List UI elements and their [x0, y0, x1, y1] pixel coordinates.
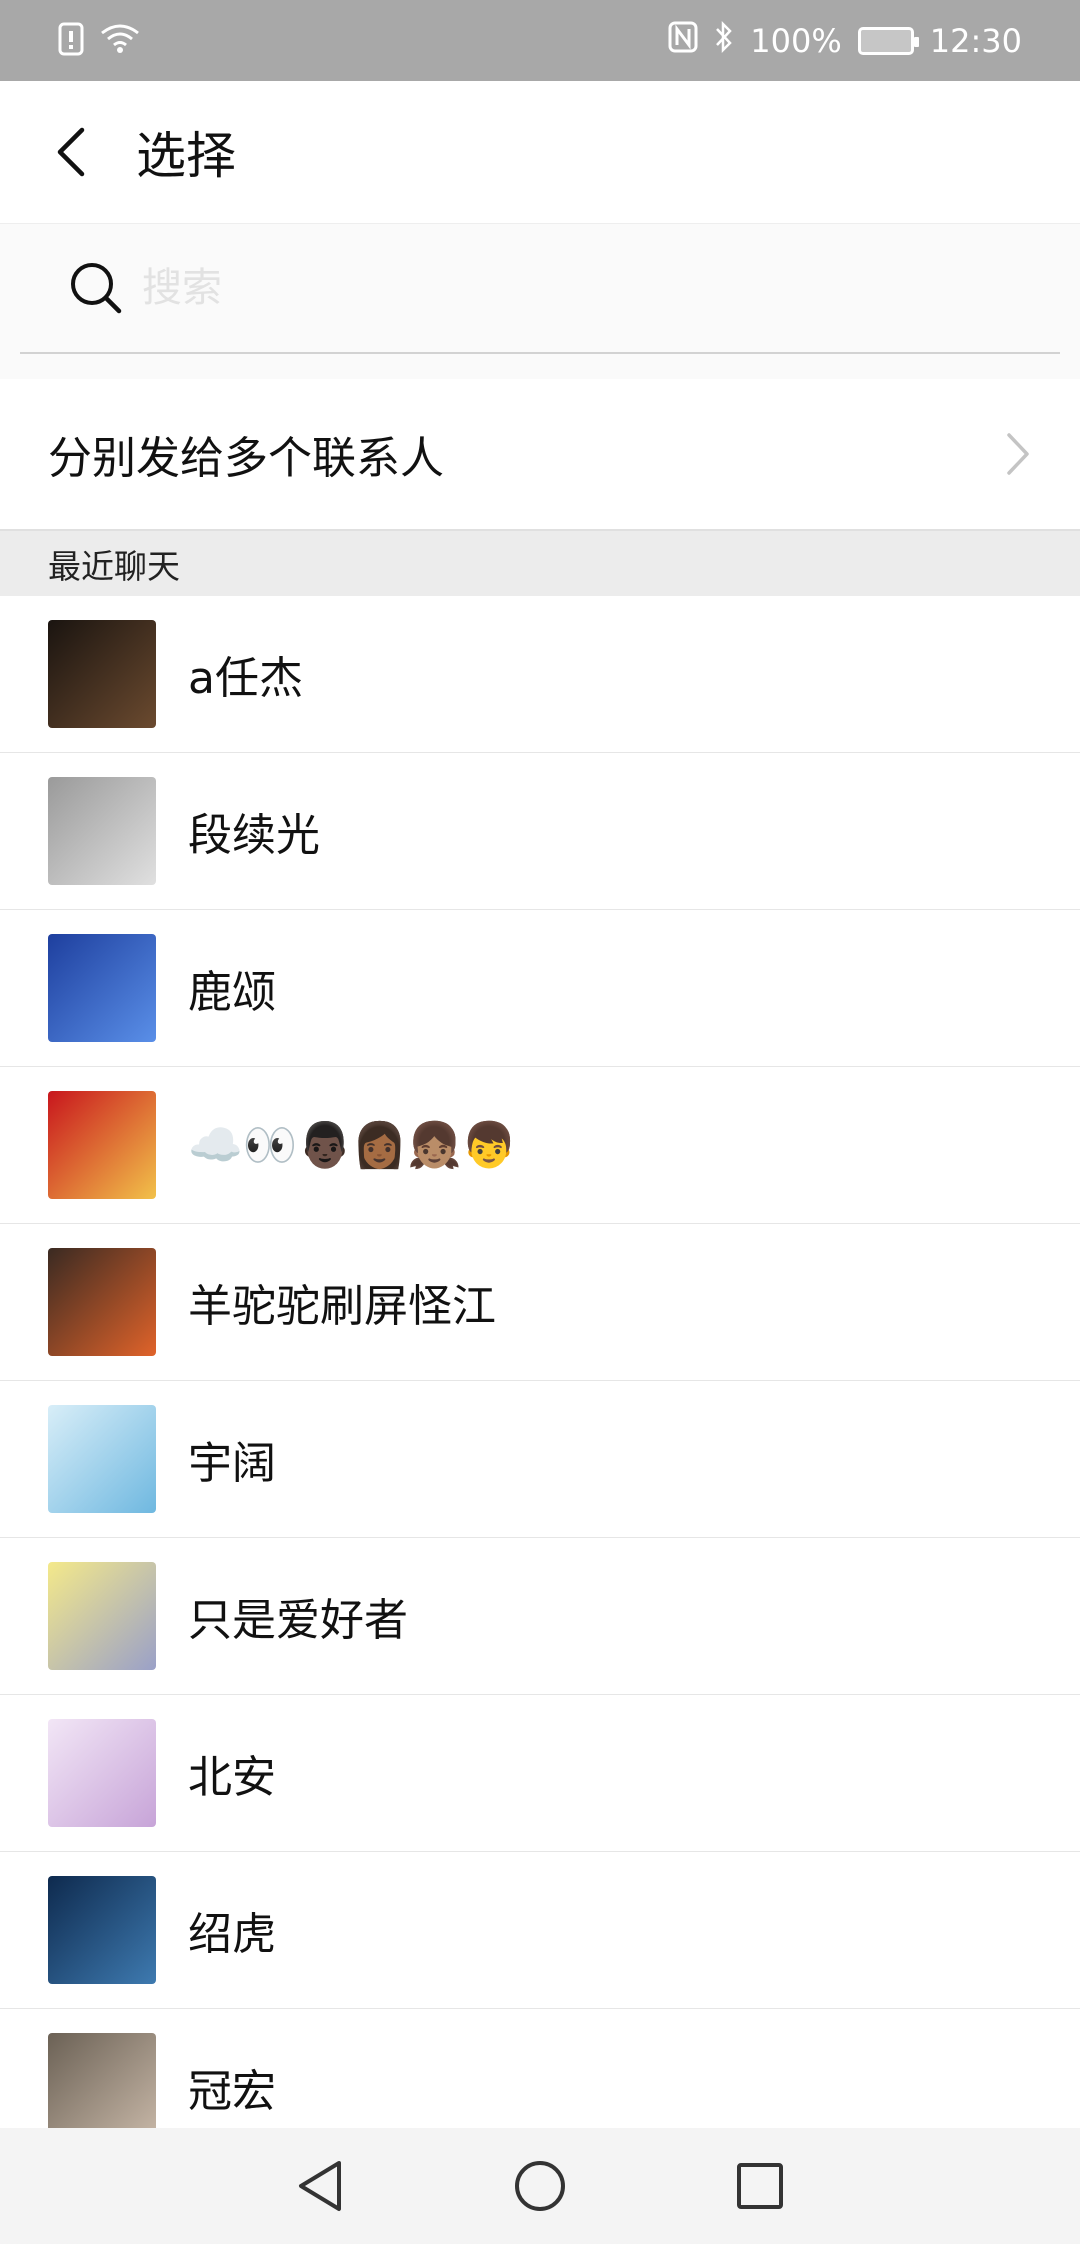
avatar	[48, 620, 156, 728]
chevron-right-icon	[1007, 433, 1029, 475]
search-icon	[71, 263, 122, 314]
contact-row[interactable]: ☁️👀👨🏿👩🏾👧🏽👦	[0, 1067, 1080, 1224]
contact-name: 绍虎	[188, 1909, 276, 1960]
contact-row[interactable]: 只是爱好者	[0, 1538, 1080, 1695]
contact-name: 北安	[188, 1752, 276, 1803]
clock: 12:30	[929, 21, 1022, 60]
contact-row[interactable]: 鹿颂	[0, 910, 1080, 1067]
contact-name: 宇阔	[188, 1438, 276, 1489]
status-left	[58, 22, 140, 60]
contact-name: 鹿颂	[188, 967, 276, 1018]
avatar	[48, 1876, 156, 1984]
avatar	[48, 934, 156, 1042]
avatar	[48, 1091, 156, 1199]
multi-send-row[interactable]: 分别发给多个联系人	[0, 379, 1080, 529]
contact-name: 冠宏	[188, 2066, 276, 2117]
contact-row[interactable]: 北安	[0, 1695, 1080, 1852]
nfc-icon	[668, 21, 698, 61]
avatar	[48, 2033, 156, 2128]
contact-row[interactable]: 段续光	[0, 753, 1080, 910]
page-title: 选择	[136, 127, 236, 185]
nav-recents-button[interactable]	[730, 2156, 790, 2216]
contact-name: 羊驼驼刷屏怪江	[188, 1281, 496, 1332]
app-header: 选择	[0, 81, 1080, 224]
contact-row[interactable]: 绍虎	[0, 1852, 1080, 2009]
search-bar[interactable]	[20, 224, 1060, 354]
nav-back-button[interactable]	[290, 2156, 350, 2216]
avatar	[48, 1562, 156, 1670]
chevron-left-icon	[57, 127, 85, 177]
back-triangle-icon	[299, 2161, 341, 2211]
battery-percent: 100%	[750, 21, 842, 60]
contact-row[interactable]: a任杰	[0, 596, 1080, 753]
wifi-icon	[100, 23, 140, 59]
contact-name: 段续光	[188, 810, 320, 861]
search-input[interactable]	[142, 253, 1022, 323]
search-area	[0, 224, 1080, 379]
status-right: 100% 12:30	[668, 20, 1022, 62]
status-bar: 100% 12:30	[0, 0, 1080, 81]
avatar	[48, 1405, 156, 1513]
avatar	[48, 1248, 156, 1356]
section-label: 最近聊天	[48, 546, 180, 586]
multi-send-label: 分别发给多个联系人	[48, 433, 444, 484]
battery-icon	[857, 26, 919, 55]
avatar	[48, 777, 156, 885]
contact-row[interactable]: 宇阔	[0, 1381, 1080, 1538]
contact-list: a任杰段续光鹿颂 ☁️👀👨🏿👩🏾👧🏽👦 羊驼驼刷屏怪江 宇阔只是爱好者北安绍虎冠宏	[0, 596, 1080, 2128]
avatar	[48, 1719, 156, 1827]
contact-row[interactable]: 羊驼驼刷屏怪江	[0, 1224, 1080, 1381]
section-header-recent: 最近聊天	[0, 529, 1080, 596]
contact-row[interactable]: 冠宏	[0, 2009, 1080, 2128]
back-button[interactable]	[10, 81, 130, 224]
bluetooth-icon	[714, 20, 734, 62]
system-nav-bar	[0, 2128, 1080, 2244]
sim-alert-icon	[58, 22, 84, 60]
home-circle-icon	[515, 2161, 565, 2211]
contact-name: 只是爱好者	[188, 1595, 408, 1646]
recents-square-icon	[737, 2163, 783, 2209]
nav-home-button[interactable]	[510, 2156, 570, 2216]
contact-name: a任杰	[188, 653, 303, 704]
contact-name: ☁️👀👨🏿👩🏾👧🏽👦	[188, 1120, 517, 1171]
